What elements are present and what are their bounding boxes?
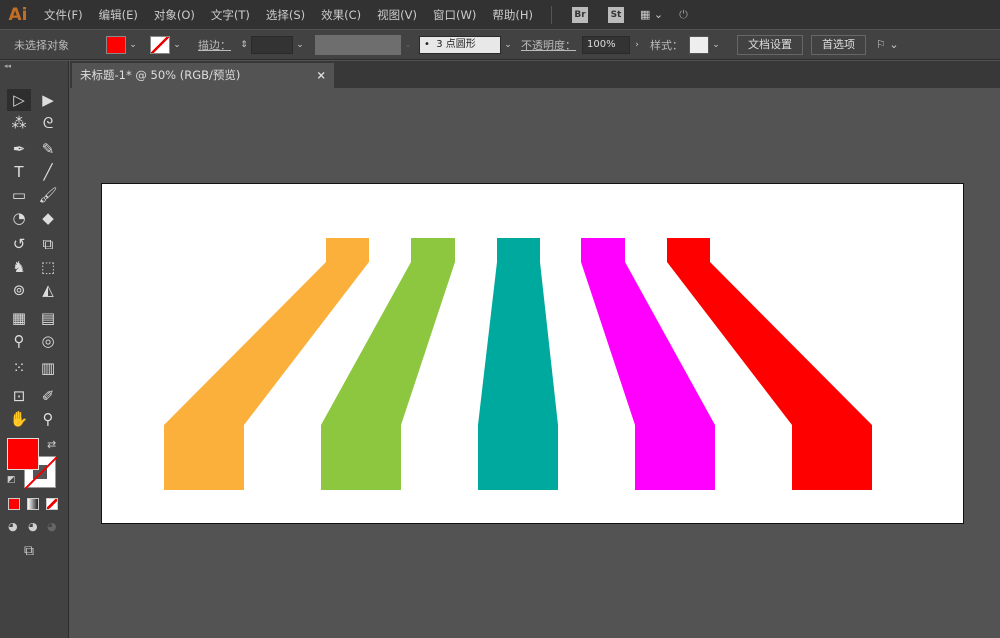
artwork <box>164 238 872 490</box>
teal-bar-shape[interactable] <box>478 238 558 490</box>
